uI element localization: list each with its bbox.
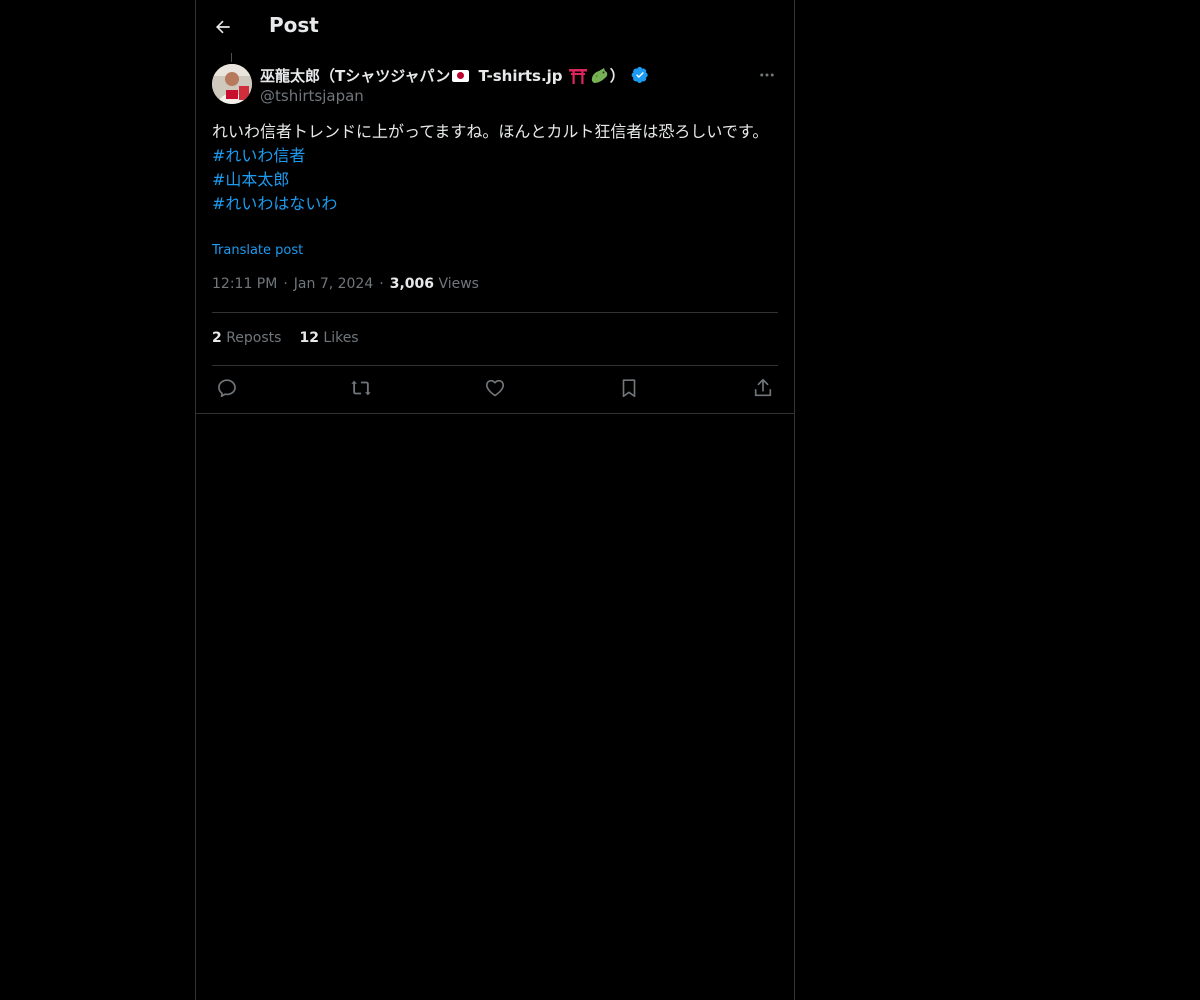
japan-flag-icon [452, 70, 470, 82]
post-time[interactable]: 12:11 PM [212, 276, 277, 292]
avatar-image [212, 64, 252, 104]
action-bar [212, 375, 778, 401]
separator-dot: · [283, 276, 288, 292]
likes-label: Likes [323, 330, 359, 346]
reply-icon [218, 379, 236, 398]
top-bar: Post [196, 0, 794, 53]
avatar[interactable] [212, 64, 252, 104]
arrow-left-icon [216, 20, 230, 34]
separator-dot: · [379, 276, 384, 292]
more-horizontal-icon [760, 73, 774, 77]
like-button[interactable] [482, 375, 508, 401]
post-text: れいわ信者トレンドに上がってますね。ほんとカルト狂信者は恐ろしいです。 #れいわ… [212, 120, 778, 216]
bookmark-button[interactable] [616, 375, 642, 401]
hashtag-link[interactable]: #れいわはないわ [212, 192, 778, 216]
display-name-suffix: ） [609, 66, 625, 85]
engagement-stats: 2 Reposts 12 Likes [212, 330, 377, 346]
display-name-middle: T-shirts.jp [473, 66, 568, 85]
main-column: Post 巫龍太郎（Tシャツジャパン T-shirts.jp ） @tshirt… [195, 0, 795, 1000]
dragon-icon [589, 67, 609, 85]
back-button[interactable] [208, 10, 238, 44]
more-button[interactable] [756, 66, 778, 84]
reposts-label: Reposts [226, 330, 282, 346]
post-body: れいわ信者トレンドに上がってますね。ほんとカルト狂信者は恐ろしいです。 [212, 122, 769, 141]
bookmark-icon [622, 379, 636, 398]
name-line: 巫龍太郎（Tシャツジャパン T-shirts.jp ） [260, 64, 778, 86]
reposts-stat[interactable]: 2 Reposts [212, 330, 281, 346]
views-label: Views [438, 276, 479, 292]
translate-post-link[interactable]: Translate post [212, 243, 303, 258]
likes-count: 12 [299, 330, 319, 346]
share-button[interactable] [750, 375, 776, 401]
post-bottom-border [196, 413, 794, 414]
display-name-prefix: 巫龍太郎（Tシャツジャパン [260, 66, 451, 85]
share-icon [754, 378, 772, 397]
post-metadata: 12:11 PM · Jan 7, 2024 · 3,006 Views [212, 276, 479, 292]
author-block: 巫龍太郎（Tシャツジャパン T-shirts.jp ） @tshirtsjapa… [260, 64, 778, 106]
repost-button[interactable] [348, 375, 374, 401]
hashtag-link[interactable]: #山本太郎 [212, 168, 778, 192]
views-count: 3,006 [389, 276, 434, 292]
reply-button[interactable] [214, 375, 240, 401]
page-title: Post [269, 13, 319, 37]
heart-icon [485, 379, 505, 397]
repost-icon [351, 380, 371, 396]
likes-stat[interactable]: 12 Likes [299, 330, 358, 346]
divider [212, 365, 778, 366]
handle[interactable]: @tshirtsjapan [260, 87, 778, 105]
divider [212, 312, 778, 313]
display-name[interactable]: 巫龍太郎（Tシャツジャパン T-shirts.jp ） [260, 65, 625, 86]
torii-gate-icon [568, 68, 587, 84]
post-date[interactable]: Jan 7, 2024 [294, 276, 373, 292]
thread-connector [231, 53, 232, 62]
reposts-count: 2 [212, 330, 222, 346]
verified-badge-icon[interactable] [631, 66, 649, 84]
hashtag-link[interactable]: #れいわ信者 [212, 144, 778, 168]
